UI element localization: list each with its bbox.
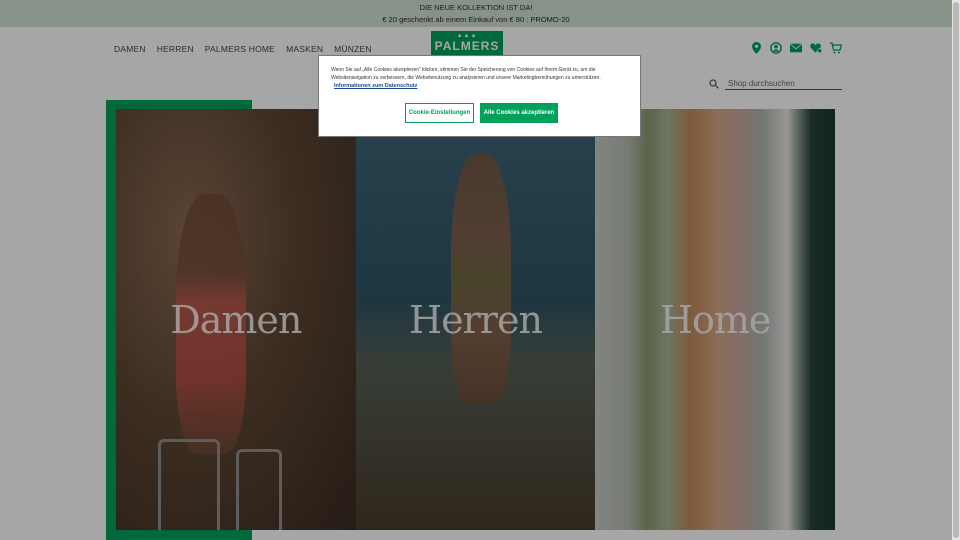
cookie-settings-button[interactable]: Cookie-Einstellungen bbox=[405, 103, 474, 123]
scrollbar-thumb[interactable] bbox=[953, 2, 959, 538]
page-scrollbar[interactable] bbox=[952, 0, 960, 540]
cookie-consent-dialog: Wenn Sie auf „Alle Cookies akzeptieren“ … bbox=[318, 55, 641, 137]
cookie-consent-text: Wenn Sie auf „Alle Cookies akzeptieren“ … bbox=[331, 67, 601, 81]
cookie-buttons: Cookie-Einstellungen Alle Cookies akzept… bbox=[405, 103, 558, 123]
privacy-info-link[interactable]: Informationen zum Datenschutz bbox=[334, 83, 628, 89]
accept-all-cookies-button[interactable]: Alle Cookies akzeptieren bbox=[480, 103, 558, 123]
